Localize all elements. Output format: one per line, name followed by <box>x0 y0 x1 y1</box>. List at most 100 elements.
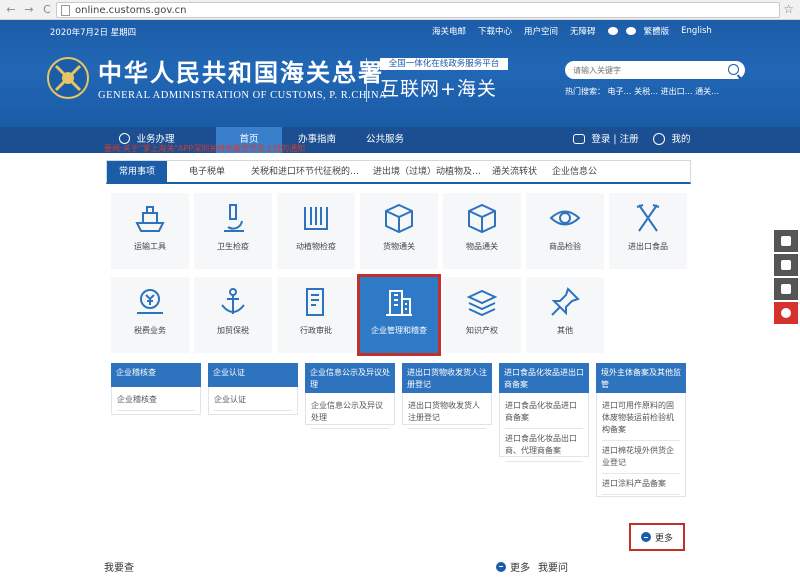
wechat-icon <box>781 284 791 294</box>
tile-processing-bonded[interactable]: 加贸保税 <box>194 277 272 353</box>
tile-tax-fees[interactable]: 税费业务 <box>111 277 189 353</box>
subcat-head-info-disclosure[interactable]: 企业信息公示及异议处理 <box>305 363 395 393</box>
hot-search: 热门搜索： 电子… 关税… 进出口… 通关… <box>565 87 720 96</box>
url-text: online.customs.gov.cn <box>75 4 187 16</box>
tile-commodity-inspection[interactable]: 商品检验 <box>526 193 604 269</box>
utensils-icon <box>636 204 660 232</box>
login-icon <box>573 133 586 144</box>
subcat-head-overseas[interactable]: 境外主体备案及其他监管 <box>596 363 686 393</box>
link-traditional[interactable]: 繁體版 <box>644 25 670 37</box>
subcat-body-audit: 企业稽核查 <box>111 387 201 415</box>
subcat-item[interactable]: 进口棉花境外供货企业登记 <box>602 441 680 474</box>
header-divider <box>366 58 367 102</box>
more-link[interactable]: 更多 <box>510 559 530 574</box>
site-title-cn: 中华人民共和国海关总署 <box>98 58 384 87</box>
subcat-item[interactable]: 企业稽核查 <box>117 390 195 411</box>
subcat-item[interactable]: 进口涂料产品备案 <box>602 474 680 495</box>
subcat-body-info-disclosure: 企业信息公示及异议处理 <box>305 393 395 429</box>
search-input[interactable] <box>565 61 715 79</box>
tile-goods-clearance[interactable]: 货物通关 <box>360 193 438 269</box>
microscope-icon <box>224 204 244 232</box>
stacked-layers-icon <box>466 289 498 317</box>
reload-button[interactable]: C <box>40 3 54 17</box>
building-icon <box>386 290 412 316</box>
top-links: 海关电邮 下载中心 用户空间 无障碍 繁體版 English <box>432 25 724 37</box>
weibo-button[interactable] <box>774 302 798 324</box>
platform-title: 互联网+海关 <box>380 78 497 100</box>
link-english[interactable]: English <box>681 26 712 36</box>
subcat-item[interactable]: 进口食品化妆品进口商备案 <box>505 396 583 429</box>
tile-other[interactable]: 其他 <box>526 277 604 353</box>
link-customs-mail[interactable]: 海关电邮 <box>432 25 466 37</box>
subcat-item[interactable]: 进口食品化妆品出口商、代理商备案 <box>505 429 583 462</box>
news-notice[interactable]: 要闻:关于"掌上海关"APP深圳关特色服务专区上线的通知 <box>104 143 305 154</box>
link-download-center[interactable]: 下载中心 <box>478 25 512 37</box>
site-header: 2020年7月2日 星期四 海关电邮 下载中心 用户空间 无障碍 繁體版 Eng… <box>0 20 800 153</box>
tile-intellectual-property[interactable]: 知识产权 <box>443 277 521 353</box>
more-icon <box>640 532 651 542</box>
site-title-en: GENERAL ADMINISTRATION OF CUSTOMS, P. R.… <box>98 90 388 101</box>
search-icon[interactable] <box>728 64 739 75</box>
nav-login[interactable]: 登录 | 注册 <box>567 127 645 153</box>
user-icon <box>653 132 666 145</box>
tile-food-import-export[interactable]: 进出口食品 <box>609 193 687 269</box>
subcat-item[interactable]: 进出口货物收发货人注册登记 <box>408 396 486 429</box>
address-bar[interactable]: online.customs.gov.cn <box>56 2 780 18</box>
tile-transport[interactable]: 运输工具 <box>111 193 189 269</box>
more-icon <box>496 561 506 572</box>
tile-admin-approval[interactable]: 行政审批 <box>277 277 355 353</box>
section-ask: 更多 我要问 <box>496 559 568 574</box>
weibo-icon <box>781 308 791 318</box>
document-stamp-icon <box>306 288 324 316</box>
pin-icon <box>551 287 580 316</box>
tile-enterprise-management[interactable]: 企业管理和稽查 <box>357 274 441 356</box>
current-date: 2020年7月2日 星期四 <box>50 28 137 38</box>
package-icon <box>385 203 413 234</box>
tab-clearance-status[interactable]: 通关流转状 <box>492 161 537 183</box>
tab-quarantine[interactable]: 进出境（过境）动植物及… <box>373 161 481 183</box>
page-icon <box>61 4 70 16</box>
android-app-button[interactable] <box>774 230 798 252</box>
link-user-space[interactable]: 用户空间 <box>524 25 558 37</box>
tile-animal-plant[interactable]: 动植物检疫 <box>277 193 355 269</box>
subcat-item[interactable]: 进口可用作原料的固体废物装运前检验机构备案 <box>602 396 680 441</box>
subcat-head-audit[interactable]: 企业稽核查 <box>111 363 201 387</box>
tile-articles-clearance[interactable]: 物品通关 <box>443 193 521 269</box>
ios-app-button[interactable] <box>774 254 798 276</box>
test-tubes-icon <box>304 207 328 230</box>
wechat-button[interactable] <box>774 278 798 300</box>
subcat-body-overseas: 进口可用作原料的固体废物装运前检验机构备案 进口棉花境外供货企业登记 进口涂料产… <box>596 393 686 497</box>
forward-button[interactable]: → <box>22 3 36 17</box>
apple-icon <box>781 260 791 270</box>
subcat-head-food-cosmetics[interactable]: 进口食品化妆品进出口商备案 <box>499 363 589 393</box>
subcat-body-certification: 企业认证 <box>208 387 298 415</box>
nav-public-service[interactable]: 公共服务 <box>352 127 418 153</box>
subcat-body-food-cosmetics: 进口食品化妆品进口商备案 进口食品化妆品出口商、代理商备案 <box>499 393 589 462</box>
nav-mine[interactable]: 我的 <box>650 127 694 153</box>
bookmark-star-icon[interactable]: ☆ <box>783 2 794 16</box>
browser-toolbar: ← → C online.customs.gov.cn ☆ <box>0 0 800 20</box>
top-info-bar: 2020年7月2日 星期四 海关电邮 下载中心 用户空间 无障碍 繁體版 Eng… <box>0 20 800 42</box>
customs-emblem-icon <box>47 57 89 99</box>
subcat-head-certification[interactable]: 企业认证 <box>208 363 298 387</box>
subcat-item[interactable]: 企业认证 <box>214 390 292 411</box>
tab-e-tax[interactable]: 电子税单 <box>189 161 225 183</box>
tab-tariff[interactable]: 关税和进口环节代征税的… <box>251 161 359 183</box>
tile-health-quarantine[interactable]: 卫生检疫 <box>194 193 272 269</box>
wechat-icon[interactable] <box>625 27 636 35</box>
platform-tag: 全国一体化在线政务服务平台 <box>380 58 508 70</box>
weibo-icon[interactable] <box>607 27 618 35</box>
subcat-item[interactable]: 企业信息公示及异议处理 <box>311 396 389 429</box>
link-accessibility[interactable]: 无障碍 <box>570 25 596 37</box>
section-inquire: 我要查 <box>104 563 134 574</box>
more-button[interactable]: 更多 <box>629 523 685 551</box>
tab-common[interactable]: 常用事项 <box>107 161 168 183</box>
back-button[interactable]: ← <box>4 3 18 17</box>
tab-enterprise-info[interactable]: 企业信息公 <box>552 161 597 183</box>
ship-icon <box>135 206 165 232</box>
subcat-body-registration: 进出口货物收发货人注册登记 <box>402 393 492 429</box>
service-tabs: 常用事项 电子税单 关税和进口环节代征税的… 进出境（过境）动植物及… 通关流转… <box>106 160 691 184</box>
subcat-head-registration[interactable]: 进出口货物收发货人注册登记 <box>402 363 492 393</box>
search-box <box>565 61 745 79</box>
eye-icon <box>549 210 581 226</box>
